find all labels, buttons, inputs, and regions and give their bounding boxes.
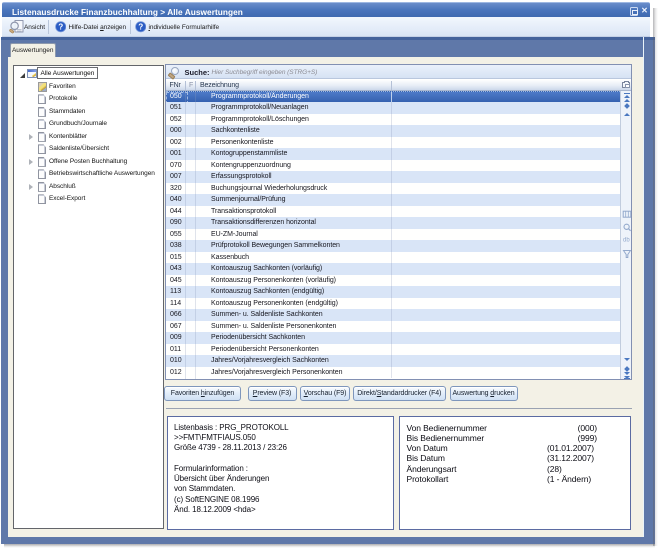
svg-text:?: ?	[138, 23, 143, 32]
svg-text:?: ?	[58, 23, 63, 32]
svg-text:db: db	[623, 237, 630, 243]
